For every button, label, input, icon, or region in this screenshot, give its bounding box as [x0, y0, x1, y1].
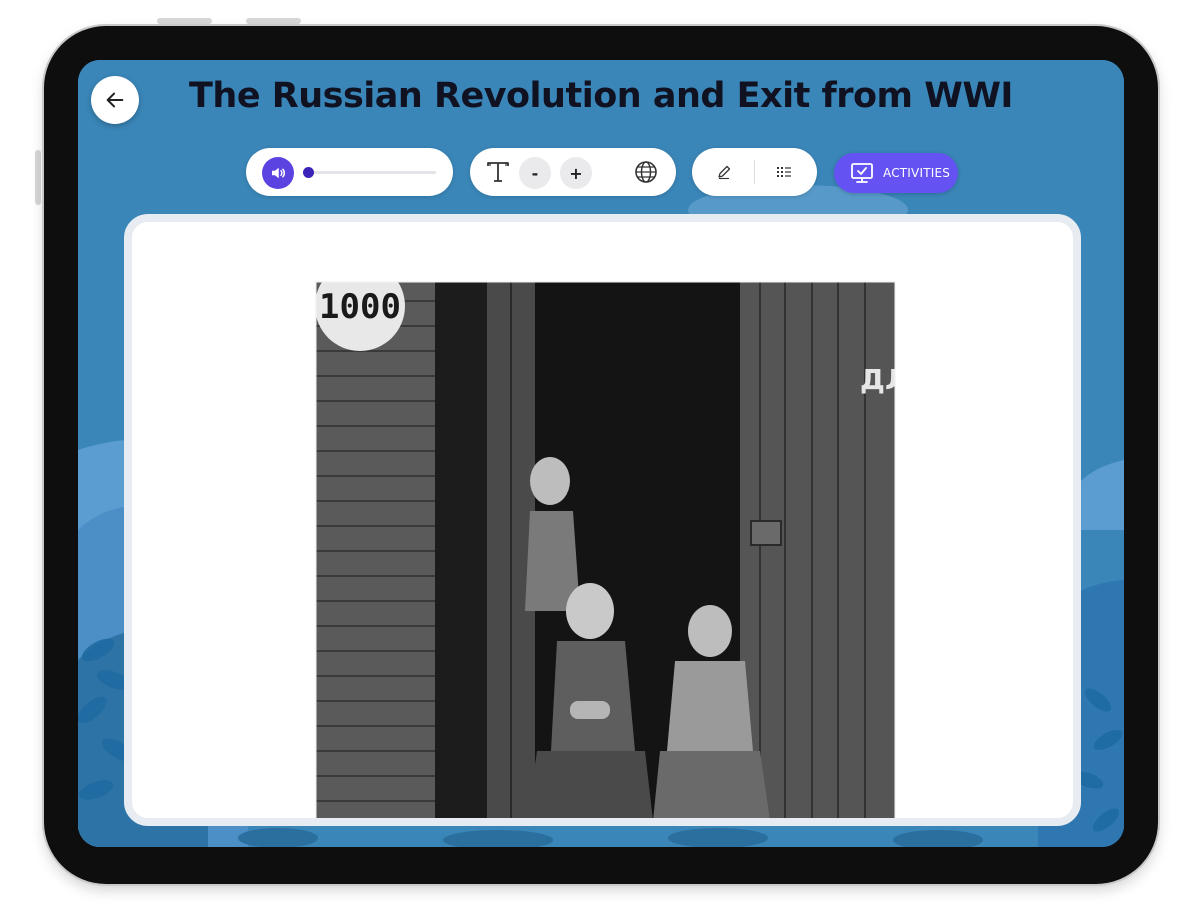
decrease-text-button[interactable]: - [519, 157, 551, 189]
device-side-button [35, 150, 41, 205]
increase-text-button[interactable]: + [560, 157, 592, 189]
globe-icon [635, 161, 657, 183]
monitor-check-icon [851, 163, 873, 183]
audio-progress-track[interactable] [304, 171, 436, 174]
app-screen: The Russian Revolution and Exit from WWI… [78, 60, 1124, 847]
activities-label: ACTIVITIES [883, 166, 951, 180]
historical-photo: 1000 ДЛ [315, 281, 896, 818]
speaker-icon [272, 167, 286, 179]
text-size-button[interactable] [484, 159, 512, 185]
toolbar-divider [754, 160, 755, 184]
audio-player [246, 148, 453, 196]
photo-door-text: ДЛ [860, 363, 896, 396]
annotate-button[interactable] [712, 161, 736, 183]
note-tools [692, 148, 817, 196]
back-button[interactable] [91, 76, 139, 124]
device-top-button [157, 18, 212, 24]
activities-button[interactable]: ACTIVITIES [834, 153, 958, 193]
translate-button[interactable] [632, 159, 660, 185]
list-icon [777, 167, 791, 177]
arrow-left-icon [106, 92, 124, 108]
page-title: The Russian Revolution and Exit from WWI [189, 76, 1013, 116]
outline-button[interactable] [772, 161, 796, 183]
photo-sign-text: 1000 [319, 287, 401, 327]
text-tools: - + [470, 148, 676, 196]
device-top-button [246, 18, 301, 24]
play-audio-button[interactable] [262, 157, 294, 189]
text-size-icon [487, 162, 509, 182]
content-card: 1000 ДЛ [124, 214, 1081, 826]
audio-progress-handle[interactable] [303, 167, 314, 178]
pencil-icon [718, 165, 731, 180]
